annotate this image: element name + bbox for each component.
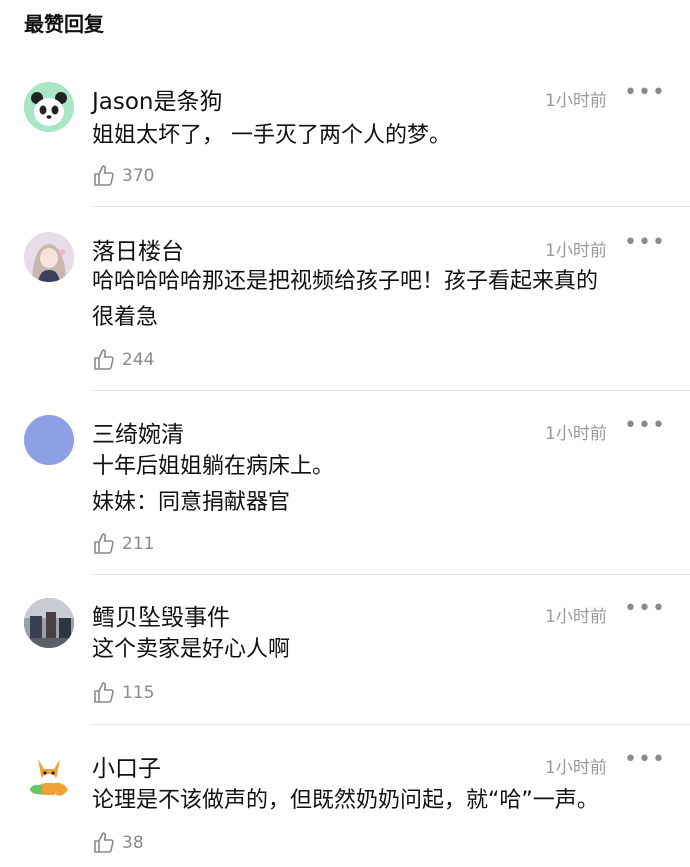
more-options-icon[interactable]: ••• [624, 80, 666, 105]
commenter-name[interactable]: 鳕贝坠毁事件 [92, 598, 230, 632]
more-options-icon[interactable]: ••• [624, 230, 666, 255]
divider [92, 724, 690, 725]
like-count: 244 [122, 350, 155, 370]
thumbs-up-icon [94, 349, 114, 370]
avatar[interactable] [24, 82, 74, 132]
like-button[interactable]: 244 [92, 348, 154, 372]
timestamp: 1小时前 [545, 758, 607, 778]
avatar[interactable] [24, 415, 74, 465]
divider [92, 206, 690, 207]
avatar[interactable] [24, 232, 74, 282]
thumbs-up-icon [94, 832, 114, 853]
like-button[interactable]: 370 [92, 164, 154, 188]
thumbs-up-icon [94, 682, 114, 703]
girl-avatar-icon [24, 232, 74, 282]
commenter-name[interactable]: 三绮婉清 [92, 415, 184, 449]
divider [92, 574, 690, 575]
fox-avatar-icon [24, 749, 74, 799]
comment-line: 很着急 [92, 305, 159, 330]
comment-line: 哈哈哈哈哈那还是把视频给孩子吧！孩子看起来真的 [92, 269, 599, 294]
like-count: 115 [122, 683, 155, 703]
divider [92, 390, 690, 391]
thumbs-up-icon [94, 533, 114, 554]
comment-line: 姐姐太坏了， 一手灭了两个人的梦。 [92, 123, 451, 148]
like-count: 370 [122, 166, 155, 186]
photo-avatar-icon [24, 598, 74, 648]
commenter-name[interactable]: Jason是条狗 [92, 82, 223, 116]
thumbs-up-icon [94, 165, 114, 186]
more-options-icon[interactable]: ••• [624, 413, 666, 438]
more-options-icon[interactable]: ••• [624, 747, 666, 772]
comment-text: 哈哈哈哈哈那还是把视频给孩子吧！孩子看起来真的 很着急 [92, 264, 667, 336]
like-button[interactable]: 115 [92, 681, 154, 705]
like-count: 211 [122, 534, 155, 554]
solid-color-avatar-icon [24, 415, 74, 465]
comment-text: 这个卖家是好心人啊 [92, 632, 667, 668]
avatar[interactable] [24, 749, 74, 799]
more-options-icon[interactable]: ••• [624, 596, 666, 621]
commenter-name[interactable]: 小口子 [92, 749, 161, 783]
timestamp: 1小时前 [545, 424, 607, 444]
like-button[interactable]: 211 [92, 532, 154, 556]
commenter-name[interactable]: 落日楼台 [92, 232, 184, 266]
section-title: 最赞回复 [24, 12, 104, 36]
timestamp: 1小时前 [545, 607, 607, 627]
timestamp: 1小时前 [545, 241, 607, 261]
like-button[interactable]: 38 [92, 831, 144, 855]
comment-line: 论理是不该做声的，但既然奶奶问起，就“哈”一声。 [92, 788, 599, 813]
like-count: 38 [122, 833, 144, 853]
comment-line: 十年后姐姐躺在病床上。 [92, 454, 335, 479]
timestamp: 1小时前 [545, 91, 607, 111]
comment-text: 十年后姐姐躺在病床上。 妹妹：同意捐献器官 [92, 449, 667, 521]
panda-avatar-icon [24, 82, 74, 132]
comment-text: 论理是不该做声的，但既然奶奶问起，就“哈”一声。 [92, 783, 667, 819]
comment-line: 这个卖家是好心人啊 [92, 637, 291, 662]
comment-text: 姐姐太坏了， 一手灭了两个人的梦。 [92, 118, 667, 154]
comment-line: 妹妹：同意捐献器官 [92, 490, 291, 515]
avatar[interactable] [24, 598, 74, 648]
